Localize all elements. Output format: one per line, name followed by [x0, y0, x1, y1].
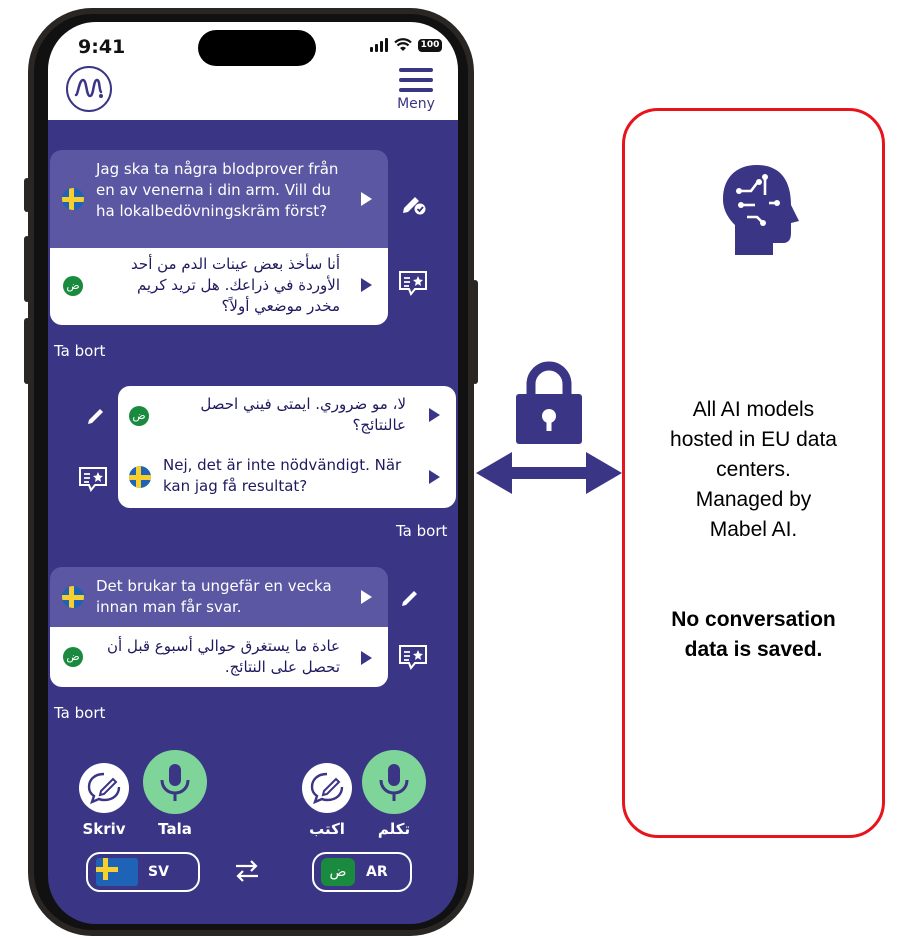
chat-write-icon [310, 772, 344, 805]
write-button-sv[interactable] [79, 763, 129, 813]
remove-link[interactable]: Ta bort [396, 522, 447, 540]
logo-wave-icon [74, 78, 103, 98]
play-icon[interactable] [429, 408, 440, 422]
write-label-ar: اكتب [309, 820, 345, 838]
message-translation[interactable]: ض عادة ما يستغرق حوالي أسبوع قبل أن تحصل… [50, 627, 388, 687]
info-line: Mabel AI. [709, 518, 798, 541]
hamburger-icon-line [399, 78, 433, 82]
swedish-flag-icon [129, 466, 151, 488]
play-icon[interactable] [361, 192, 372, 206]
message-translation[interactable]: ض أنا سأخذ بعض عينات الدم من أحد الأوردة… [50, 248, 388, 325]
mic-icon [160, 764, 190, 801]
write-button-ar[interactable] [302, 763, 352, 813]
message-translation-text: Nej, det är inte nödvändigt. När kan jag… [163, 456, 402, 495]
swedish-flag-icon [96, 858, 138, 886]
pencil-icon[interactable] [400, 586, 422, 608]
mic-icon [379, 764, 409, 801]
swap-icon[interactable] [232, 856, 262, 886]
arabic-flag-icon: ض [129, 406, 149, 426]
info-line: All AI models [692, 398, 815, 421]
message-source-text: Det brukar ta ungefär en vecka innan man… [96, 577, 332, 616]
edit-confirm-icon[interactable] [400, 190, 428, 218]
play-icon[interactable] [429, 470, 440, 484]
speak-button-sv[interactable] [143, 750, 207, 814]
message-translation-text: عادة ما يستغرق حوالي أسبوع قبل أن تحصل ع… [107, 637, 340, 676]
info-line-bold: data is saved. [684, 638, 823, 661]
language-code-sv: SV [148, 864, 169, 880]
phone-side-button [24, 236, 30, 302]
speak-button-ar[interactable] [362, 750, 426, 814]
speak-label-sv: Tala [158, 820, 192, 838]
info-panel: All AI models hosted in EU data centers.… [622, 108, 885, 838]
message-card: ض لا، مو ضروري. ايمتى فيني احصل عالنتائج… [118, 386, 456, 508]
swedish-flag-icon [62, 586, 84, 608]
message-card: Jag ska ta några blodprover från en av v… [50, 150, 388, 325]
speak-label-ar: تكلم [377, 820, 411, 838]
arabic-flag-icon: ض [63, 276, 83, 296]
remove-link[interactable]: Ta bort [54, 342, 105, 360]
status-icons: 100 [370, 38, 442, 52]
pencil-icon[interactable] [86, 404, 108, 426]
chat-write-icon [87, 772, 121, 805]
info-line-bold: No conversation [671, 608, 836, 631]
transcript-icon[interactable] [78, 466, 108, 492]
write-label-sv: Skriv [82, 820, 126, 838]
padlock-icon [516, 361, 582, 444]
language-button-sv[interactable]: SV [86, 852, 200, 892]
info-line: centers. [716, 458, 791, 481]
language-code-ar: AR [366, 864, 388, 880]
hamburger-icon [399, 68, 433, 72]
message-translation[interactable]: Nej, det är inte nödvändigt. När kan jag… [118, 446, 456, 508]
menu-button[interactable]: Meny [394, 68, 438, 116]
message-source[interactable]: ض لا، مو ضروري. ايمتى فيني احصل عالنتائج… [118, 386, 456, 446]
message-source-text: لا، مو ضروري. ايمتى فيني احصل عالنتائج؟ [200, 395, 406, 434]
menu-label: Meny [397, 96, 435, 112]
message-source[interactable]: Jag ska ta några blodprover från en av v… [50, 150, 388, 248]
battery-icon: 100 [418, 38, 442, 52]
transcript-icon[interactable] [398, 644, 428, 670]
wifi-icon [394, 38, 412, 51]
message-card: Det brukar ta ungefär en vecka innan man… [50, 567, 388, 687]
transcript-icon[interactable] [398, 270, 428, 296]
ai-head-icon [723, 165, 799, 255]
play-icon[interactable] [361, 590, 372, 604]
dynamic-island [198, 30, 316, 66]
phone-side-button [24, 178, 30, 212]
swedish-flag-icon [62, 188, 84, 210]
play-icon[interactable] [361, 651, 372, 665]
play-icon[interactable] [361, 278, 372, 292]
app-screen: 9:41 100 Meny Jag ska ta några blodprove… [48, 22, 458, 924]
message-translation-text: أنا سأخذ بعض عينات الدم من أحد الأوردة ف… [131, 255, 340, 315]
app-logo[interactable] [66, 66, 112, 112]
hamburger-icon-line [399, 88, 433, 92]
remove-link[interactable]: Ta bort [54, 704, 105, 722]
language-button-ar[interactable]: ض AR [312, 852, 412, 892]
message-source-text: Jag ska ta några blodprover från en av v… [96, 160, 339, 220]
message-source[interactable]: Det brukar ta ungefär en vecka innan man… [50, 567, 388, 627]
double-arrow-icon [476, 452, 622, 494]
status-time: 9:41 [78, 36, 126, 58]
info-line: hosted in EU data [670, 428, 837, 451]
phone-power-button [472, 280, 478, 384]
signal-icon [370, 38, 388, 52]
arabic-flag-icon: ض [321, 858, 355, 886]
app-header: 9:41 100 Meny [48, 22, 458, 120]
arabic-flag-icon: ض [63, 647, 83, 667]
info-line: Managed by [695, 488, 812, 511]
phone-side-button [24, 318, 30, 384]
